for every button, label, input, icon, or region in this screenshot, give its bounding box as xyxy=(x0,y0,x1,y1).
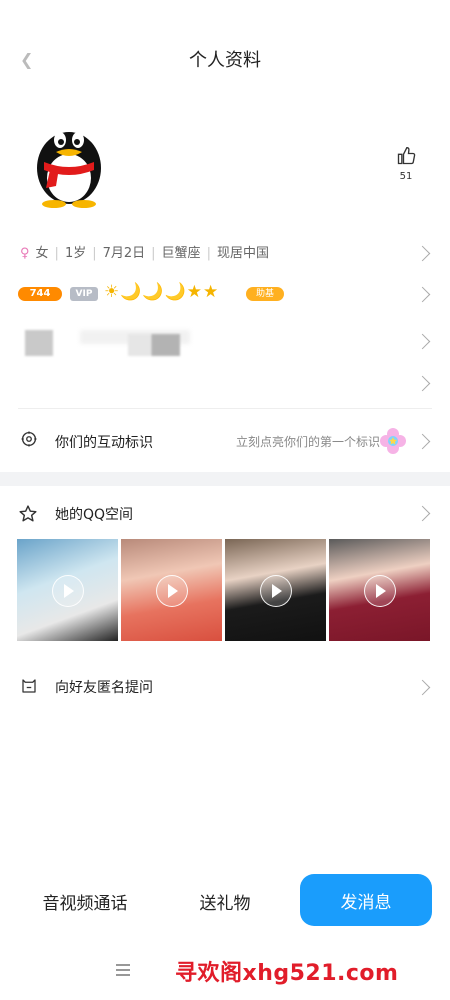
vip-badge: VIP xyxy=(70,287,98,301)
gender-icon: ♀ xyxy=(20,246,30,261)
qzone-photo[interactable] xyxy=(17,539,118,641)
interaction-mark-row[interactable]: 你们的互动标识 立刻点亮你们的第一个标识 xyxy=(0,424,450,458)
age-text: 1岁 xyxy=(64,246,87,261)
like-count: 51 xyxy=(399,171,413,182)
star-icon xyxy=(19,505,37,522)
flower-icon xyxy=(380,428,406,454)
qzone-label: 她的QQ空间 xyxy=(55,507,134,523)
qq-level-icons: ☀🌙🌙🌙★★ xyxy=(104,282,220,302)
qzone-photo[interactable] xyxy=(329,539,430,641)
gear-icon xyxy=(21,431,37,447)
qq-penguin-avatar-icon xyxy=(37,132,101,208)
cat-box-icon xyxy=(22,679,36,693)
page-title: 个人资料 xyxy=(189,50,261,71)
qzone-photo[interactable] xyxy=(121,539,222,641)
watermark-text: 寻欢阁xhg521.com xyxy=(175,961,399,986)
qzone-row[interactable]: 她的QQ空间 xyxy=(0,498,450,530)
chevron-right-icon xyxy=(414,333,431,350)
signature-row[interactable] xyxy=(0,326,450,356)
basic-info-row[interactable]: ♀ 女 | 1岁 | 7月2日 | 巨蟹座 | 现居中国 xyxy=(0,236,450,266)
like-button[interactable]: 51 xyxy=(392,146,420,182)
chevron-right-icon xyxy=(414,245,431,262)
play-icon xyxy=(364,575,396,607)
zodiac-text: 巨蟹座 xyxy=(161,246,201,261)
top-bar: ❮ 个人资料 xyxy=(0,0,450,80)
send-gift-button[interactable]: 送礼物 xyxy=(180,886,270,916)
qzone-photo-strip xyxy=(17,539,431,641)
video-call-button[interactable]: 音视频通话 xyxy=(30,886,140,916)
anonymous-ask-row[interactable]: 向好友匿名提问 xyxy=(0,672,450,702)
badges-row[interactable]: 744 VIP ☀🌙🌙🌙★★ 助基 xyxy=(0,280,450,308)
gender-text: 女 xyxy=(35,246,49,261)
interaction-label: 你们的互动标识 xyxy=(55,435,153,451)
chevron-right-icon xyxy=(414,286,431,303)
interaction-hint: 立刻点亮你们的第一个标识 xyxy=(235,435,380,449)
qzone-photo[interactable] xyxy=(225,539,326,641)
birthday-text: 7月2日 xyxy=(102,246,146,261)
section-gap xyxy=(0,472,450,486)
chevron-right-icon xyxy=(414,375,431,392)
play-icon xyxy=(52,575,84,607)
more-info-row[interactable] xyxy=(0,368,450,398)
chevron-right-icon xyxy=(414,433,431,450)
divider xyxy=(18,408,432,409)
chevron-right-icon xyxy=(414,679,431,696)
send-message-button[interactable]: 发消息 xyxy=(300,874,432,926)
chevron-right-icon xyxy=(414,505,431,522)
menu-icon[interactable] xyxy=(114,962,132,978)
level-badge: 744 xyxy=(18,287,62,301)
location-text: 现居中国 xyxy=(216,246,269,261)
help-badge: 助基 xyxy=(246,287,284,301)
avatar[interactable] xyxy=(30,118,108,208)
anonymous-ask-label: 向好友匿名提问 xyxy=(55,680,153,696)
play-icon xyxy=(156,575,188,607)
thumbs-up-icon xyxy=(397,146,416,165)
play-icon xyxy=(260,575,292,607)
